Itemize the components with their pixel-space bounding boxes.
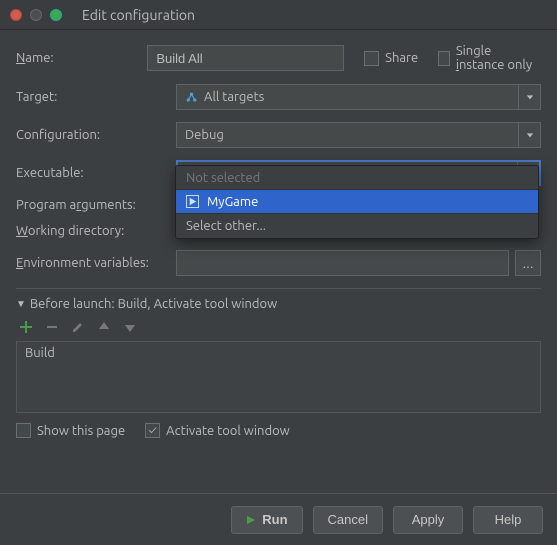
target-label: Target: bbox=[16, 90, 176, 104]
single-instance-checkbox[interactable]: Single instance only bbox=[438, 44, 541, 72]
executable-option-mygame[interactable]: MyGame bbox=[176, 190, 538, 214]
all-targets-icon bbox=[185, 91, 198, 104]
window-close-button[interactable] bbox=[10, 9, 22, 21]
collapse-triangle-icon: ▼ bbox=[16, 298, 26, 310]
executable-label: Executable: bbox=[16, 166, 176, 180]
working-directory-label: Working directory: bbox=[16, 224, 176, 238]
before-launch-header[interactable]: ▼ Before launch: Build, Activate tool wi… bbox=[16, 297, 541, 311]
apply-button[interactable]: Apply bbox=[393, 506, 463, 534]
window-title: Edit configuration bbox=[82, 7, 195, 23]
target-value: All targets bbox=[204, 90, 264, 104]
add-icon[interactable] bbox=[18, 319, 34, 335]
dropdown-arrow-icon bbox=[518, 85, 540, 109]
executable-dropdown-menu: Not selected MyGame Select other... bbox=[175, 165, 539, 239]
window-maximize-button[interactable] bbox=[50, 9, 62, 21]
activate-tool-window-checkbox[interactable]: Activate tool window bbox=[145, 423, 290, 438]
before-launch-list[interactable]: Build bbox=[16, 341, 541, 413]
environment-variables-input[interactable] bbox=[176, 250, 509, 276]
move-down-icon[interactable] bbox=[122, 319, 138, 335]
remove-icon[interactable] bbox=[44, 319, 60, 335]
environment-variables-browse-button[interactable]: ... bbox=[515, 250, 541, 276]
program-arguments-label: Program arguments: bbox=[16, 198, 176, 212]
name-input[interactable] bbox=[147, 45, 344, 71]
show-this-page-checkbox[interactable]: Show this page bbox=[16, 423, 125, 438]
executable-icon bbox=[186, 195, 199, 208]
window-minimize-button[interactable] bbox=[30, 9, 42, 21]
run-button[interactable]: Run bbox=[231, 506, 302, 534]
dropdown-arrow-icon bbox=[518, 123, 540, 147]
name-label: Name: bbox=[16, 51, 147, 65]
environment-variables-label: Environment variables: bbox=[16, 256, 176, 270]
play-icon bbox=[246, 515, 256, 525]
share-label: Share bbox=[385, 51, 418, 65]
activate-tool-window-label: Activate tool window bbox=[166, 424, 290, 438]
share-checkbox[interactable]: Share bbox=[364, 51, 418, 66]
list-item[interactable]: Build bbox=[25, 346, 532, 360]
target-dropdown[interactable]: All targets bbox=[176, 84, 541, 110]
configuration-label: Configuration: bbox=[16, 128, 176, 142]
single-instance-label: Single instance only bbox=[456, 44, 541, 72]
dialog-footer: Run Cancel Apply Help bbox=[0, 493, 557, 545]
move-up-icon[interactable] bbox=[96, 319, 112, 335]
configuration-dropdown[interactable]: Debug bbox=[176, 122, 541, 148]
titlebar: Edit configuration bbox=[0, 0, 557, 30]
cancel-button[interactable]: Cancel bbox=[313, 506, 383, 534]
configuration-value: Debug bbox=[185, 128, 224, 142]
separator bbox=[16, 288, 541, 289]
help-button[interactable]: Help bbox=[473, 506, 543, 534]
executable-option-select-other[interactable]: Select other... bbox=[176, 214, 538, 238]
executable-option-not-selected[interactable]: Not selected bbox=[176, 166, 538, 190]
show-this-page-label: Show this page bbox=[37, 424, 125, 438]
edit-icon[interactable] bbox=[70, 319, 86, 335]
before-launch-toolbar bbox=[16, 317, 541, 341]
